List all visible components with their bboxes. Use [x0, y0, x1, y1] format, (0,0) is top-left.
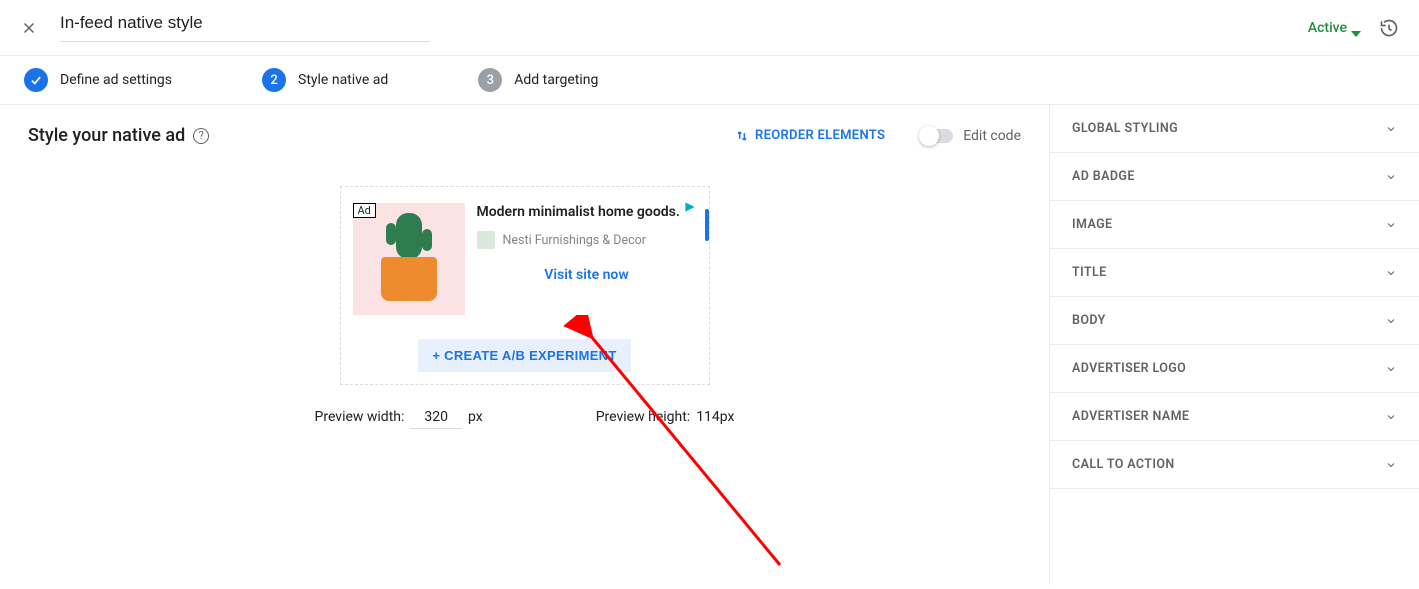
panel-item-ad-badge[interactable]: AD BADGE: [1050, 153, 1419, 201]
panel-item-global-styling[interactable]: GLOBAL STYLING: [1050, 105, 1419, 153]
step-style-native-ad[interactable]: 2 Style native ad: [262, 68, 388, 92]
chevron-down-icon: [1385, 171, 1397, 183]
panel-item-label: AD BADGE: [1072, 169, 1135, 184]
edit-code-label: Edit code: [963, 128, 1021, 144]
step-label: Style native ad: [298, 72, 388, 88]
advertiser-name[interactable]: Nesti Furnishings & Decor: [503, 233, 647, 248]
step-add-targeting[interactable]: 3 Add targeting: [478, 68, 598, 92]
panel-item-label: CALL TO ACTION: [1072, 457, 1175, 472]
step-number-badge: 3: [478, 68, 502, 92]
chevron-down-icon: [1351, 25, 1361, 31]
panel-item-call-to-action[interactable]: CALL TO ACTION: [1050, 441, 1419, 489]
close-icon[interactable]: [20, 19, 38, 37]
panel-item-label: TITLE: [1072, 265, 1107, 280]
chevron-down-icon: [1385, 267, 1397, 279]
panel-item-advertiser-logo[interactable]: ADVERTISER LOGO: [1050, 345, 1419, 393]
cactus-illustration: [396, 213, 422, 259]
adchoices-icon[interactable]: [683, 199, 697, 213]
preview-height-value: 114px: [696, 409, 734, 425]
chevron-down-icon: [1385, 123, 1397, 135]
ad-badge: Ad: [353, 203, 376, 218]
preview-width-label: Preview width:: [315, 409, 405, 425]
history-icon[interactable]: [1379, 18, 1399, 38]
chevron-down-icon: [1385, 315, 1397, 327]
ad-preview: Ad Modern minimalist home goods. Nesti F…: [340, 186, 710, 385]
panel-item-title[interactable]: TITLE: [1050, 249, 1419, 297]
preview-width-unit: px: [468, 409, 483, 425]
preview-height-label: Preview height:: [596, 409, 690, 425]
reorder-label: REORDER ELEMENTS: [755, 128, 885, 143]
panel-item-body[interactable]: BODY: [1050, 297, 1419, 345]
panel-item-advertiser-name[interactable]: ADVERTISER NAME: [1050, 393, 1419, 441]
chevron-down-icon: [1385, 411, 1397, 423]
reorder-icon: [735, 129, 749, 143]
step-define-ad-settings[interactable]: Define ad settings: [24, 68, 172, 92]
pot-illustration: [381, 257, 437, 301]
preview-width-value[interactable]: 320: [410, 409, 462, 429]
style-panel: GLOBAL STYLING AD BADGE IMAGE TITLE BODY: [1049, 105, 1419, 585]
stepper: Define ad settings 2 Style native ad 3 A…: [0, 56, 1419, 105]
resize-handle[interactable]: [705, 209, 709, 241]
advertiser-logo[interactable]: [477, 231, 495, 249]
chevron-down-icon: [1385, 363, 1397, 375]
check-icon: [24, 68, 48, 92]
chevron-down-icon: [1385, 459, 1397, 471]
panel-item-label: IMAGE: [1072, 217, 1112, 232]
edit-code-toggle[interactable]: [921, 129, 953, 143]
step-number-badge: 2: [262, 68, 286, 92]
chevron-down-icon: [1385, 219, 1397, 231]
page-title: Style your native ad: [28, 125, 185, 146]
panel-item-image[interactable]: IMAGE: [1050, 201, 1419, 249]
panel-item-label: GLOBAL STYLING: [1072, 121, 1178, 136]
ad-image[interactable]: Ad: [353, 203, 465, 315]
panel-item-label: BODY: [1072, 313, 1106, 328]
step-label: Add targeting: [514, 72, 598, 88]
title-input[interactable]: [60, 13, 430, 33]
create-ab-experiment-button[interactable]: + CREATE A/B EXPERIMENT: [418, 339, 630, 372]
status-dropdown[interactable]: Active: [1308, 20, 1361, 36]
status-label: Active: [1308, 20, 1347, 36]
step-label: Define ad settings: [60, 72, 172, 88]
ad-headline[interactable]: Modern minimalist home goods.: [477, 203, 697, 221]
panel-item-label: ADVERTISER NAME: [1072, 409, 1189, 424]
help-icon[interactable]: ?: [193, 128, 209, 144]
panel-item-label: ADVERTISER LOGO: [1072, 361, 1186, 376]
reorder-elements-button[interactable]: REORDER ELEMENTS: [735, 128, 885, 143]
ad-cta[interactable]: Visit site now: [477, 267, 697, 283]
